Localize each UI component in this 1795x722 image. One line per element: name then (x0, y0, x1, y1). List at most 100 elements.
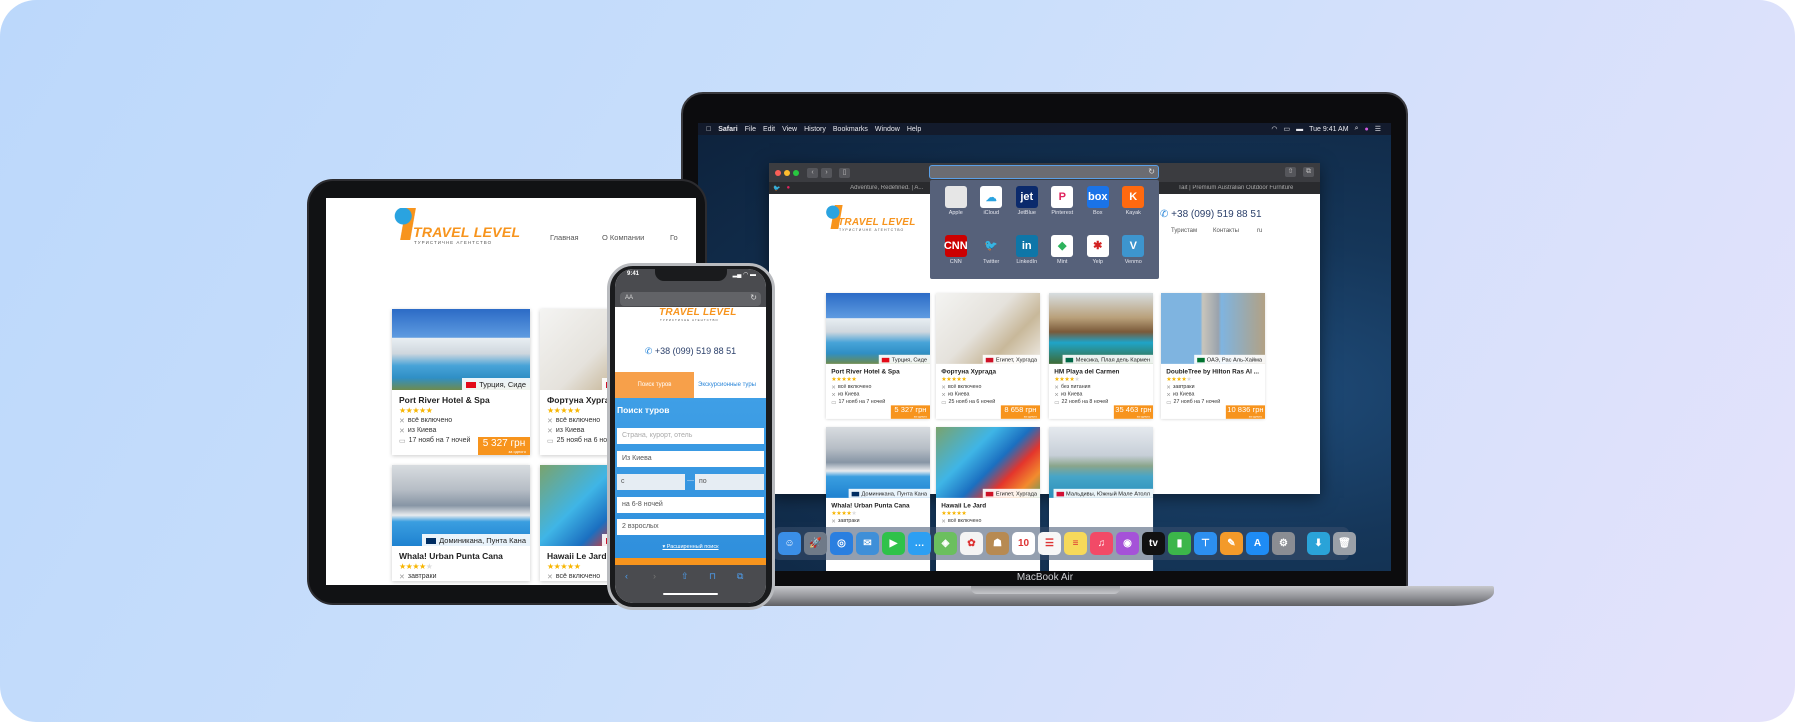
contacts-icon[interactable]: ☗ (986, 532, 1009, 555)
hotel-card[interactable]: Доминикана, Пунта Кана Whala! Urban Punta… (392, 465, 530, 581)
numbers-icon[interactable]: ▮ (1168, 532, 1191, 555)
menu-history[interactable]: History (804, 126, 826, 133)
favorite-twitter[interactable]: 🐦 Twitter (974, 234, 1010, 280)
messages-icon[interactable]: … (908, 532, 931, 555)
hotel-card[interactable]: Мексика, Плая дель Кармен HM Playa del Ca… (1049, 293, 1154, 419)
nav-contacts[interactable]: Контакты (1213, 228, 1239, 234)
trash-icon[interactable]: 🗑 (1333, 532, 1356, 555)
tab-excursions[interactable]: Экскурсионные туры (698, 372, 766, 398)
menu-view[interactable]: View (782, 126, 797, 133)
hotel-name[interactable]: Port River Hotel & Spa (826, 364, 930, 376)
site-logo[interactable]: TRAVEL LEVEL ТУРИСТИЧНЕ АГЕНТСТВО (655, 307, 737, 322)
hotel-card[interactable]: Египет, ХургадаФортуна Хургада★★★★★✕всё … (936, 293, 1041, 419)
favorite-apple[interactable]: Apple (938, 186, 974, 231)
menu-edit[interactable]: Edit (763, 126, 775, 133)
mail-icon[interactable]: ✉ (856, 532, 879, 555)
site-logo[interactable]: TRAVEL LEVEL ТУРИСТИЧНЕ АГЕНТСТВО (824, 205, 916, 232)
close-window-button[interactable] (775, 169, 781, 176)
price-badge[interactable]: 10 836 грн за одного (1225, 405, 1266, 419)
hotel-name[interactable]: HM Playa del Carmen (1049, 364, 1153, 376)
sidebar-icon[interactable]: ▯ (839, 167, 850, 178)
minimize-window-button[interactable] (784, 169, 790, 176)
iphone-address-bar[interactable]: AA ↻ (620, 292, 761, 306)
price-badge[interactable]: 5 327 грн за одного (478, 437, 530, 455)
hotel-card[interactable]: Турция, Сиде Port River Hotel & Spa ★★★★★ ✕… (826, 293, 931, 419)
pages-icon[interactable]: ✎ (1220, 532, 1243, 555)
hotel-name[interactable]: Hawaii Le Jard (936, 498, 1040, 510)
favorite-cnn[interactable]: CNN CNN (938, 234, 974, 280)
pinned-pinterest-icon[interactable]: ● (780, 185, 790, 191)
search-submit-button[interactable] (615, 558, 766, 565)
app-store-icon[interactable]: A (1246, 532, 1269, 555)
hotel-card[interactable]: Турция, Сиде Port River Hotel & Spa ★★★★★ ✕… (392, 309, 530, 455)
airplay-icon[interactable]: ▭ (1284, 125, 1291, 133)
bookmarks-icon[interactable]: ⊓ (709, 571, 716, 582)
tv-icon[interactable]: tv (1142, 532, 1165, 555)
pinned-twitter-icon[interactable]: 🐦 (769, 185, 780, 192)
share-icon[interactable]: ⇧ (681, 571, 689, 582)
reload-icon[interactable]: ↻ (750, 293, 757, 302)
forward-button[interactable]: › (821, 167, 832, 178)
favorite-jetblue[interactable]: jet JetBlue (1009, 186, 1045, 231)
menu-safari[interactable]: Safari (718, 126, 737, 133)
nav-home[interactable]: Главная (550, 233, 579, 242)
podcasts-icon[interactable]: ◉ (1116, 532, 1139, 555)
hotel-card[interactable]: ОАЭ, Рас Аль-Хайма DoubleTree by Hilton R… (1161, 293, 1266, 419)
site-phone[interactable]: ✆ +38 (099) 519 88 51 (1160, 209, 1262, 220)
nav-language[interactable]: ru (1257, 228, 1262, 234)
tabs-icon[interactable]: ⧉ (737, 571, 743, 582)
departure-city-select[interactable]: Из Киева (617, 451, 764, 467)
launchpad-icon[interactable]: 🚀 (804, 532, 827, 555)
nav-tourists[interactable]: Туристам (1171, 228, 1197, 234)
downloads-folder-icon[interactable]: ⬇ (1307, 532, 1330, 555)
apple-menu-icon[interactable]:  (706, 126, 711, 133)
destination-input[interactable]: Страна, курорт, отель (617, 428, 764, 444)
favorite-pinterest[interactable]: P Pinterest (1045, 186, 1081, 231)
forward-icon[interactable]: › (653, 571, 656, 581)
price-badge[interactable]: 8 658 грнза одного (1000, 405, 1041, 419)
system-preferences-icon[interactable]: ⚙ (1272, 532, 1295, 555)
menu-help[interactable]: Help (907, 126, 921, 133)
nav-about[interactable]: О Компании (602, 233, 644, 242)
tab-tour-search[interactable]: Поиск туров (615, 372, 694, 398)
favorite-mint[interactable]: ◆ Mint (1045, 234, 1081, 280)
menu-clock[interactable]: Tue 9:41 AM (1309, 126, 1348, 133)
favorite-venmo[interactable]: V Venmo (1116, 234, 1152, 280)
share-icon[interactable]: ⇧ (1285, 167, 1296, 177)
finder-icon[interactable]: ☺ (778, 532, 801, 555)
wifi-icon[interactable]: ◠ (1271, 125, 1277, 133)
advanced-search-link[interactable]: ▾ Расширенный поиск (615, 544, 766, 550)
notification-center-icon[interactable]: ☰ (1375, 125, 1381, 133)
reminders-icon[interactable]: ☰ (1038, 532, 1061, 555)
hotel-name[interactable]: Whala! Urban Punta Cana (826, 498, 930, 510)
adults-select[interactable]: 2 взрослых (617, 519, 764, 535)
safari-icon[interactable]: ◎ (830, 532, 853, 555)
tab-tait[interactable]: Tait | Premium Australian Outdoor Furnit… (1172, 185, 1293, 191)
nav-more[interactable]: Го (670, 233, 678, 242)
notes-icon[interactable]: ≡ (1064, 532, 1087, 555)
reload-icon[interactable]: ↻ (1148, 167, 1155, 176)
maps-icon[interactable]: ◈ (934, 532, 957, 555)
address-bar[interactable]: ↻ (929, 165, 1159, 179)
calendar-icon[interactable]: 10 (1012, 532, 1035, 555)
site-phone[interactable]: ✆ +38 (099) 519 88 51 (615, 346, 766, 357)
favorite-yelp[interactable]: ✱ Yelp (1080, 234, 1116, 280)
favorite-linkedin[interactable]: in LinkedIn (1009, 234, 1045, 280)
battery-icon[interactable]: ▬ (1296, 126, 1303, 133)
hotel-name[interactable]: Port River Hotel & Spa (392, 390, 530, 406)
siri-icon[interactable]: ● (1364, 126, 1368, 133)
hotel-name[interactable]: Whala! Urban Punta Cana (392, 546, 530, 562)
favorite-kayak[interactable]: K Kayak (1116, 186, 1152, 231)
back-icon[interactable]: ‹ (625, 571, 628, 581)
favorite-box[interactable]: box Box (1080, 186, 1116, 231)
reader-text-size-button[interactable]: AA (625, 295, 633, 301)
facetime-icon[interactable]: ▶ (882, 532, 905, 555)
price-badge[interactable]: 5 327 грн за одного (890, 405, 931, 419)
date-to-input[interactable]: по (695, 474, 764, 490)
photos-icon[interactable]: ✿ (960, 532, 983, 555)
keynote-icon[interactable]: ⊤ (1194, 532, 1217, 555)
menu-window[interactable]: Window (875, 126, 900, 133)
price-badge[interactable]: 35 463 грн за одного (1113, 405, 1154, 419)
nights-select[interactable]: на 6-8 ночей (617, 497, 764, 513)
spotlight-icon[interactable]: ⌕ (1355, 125, 1359, 133)
